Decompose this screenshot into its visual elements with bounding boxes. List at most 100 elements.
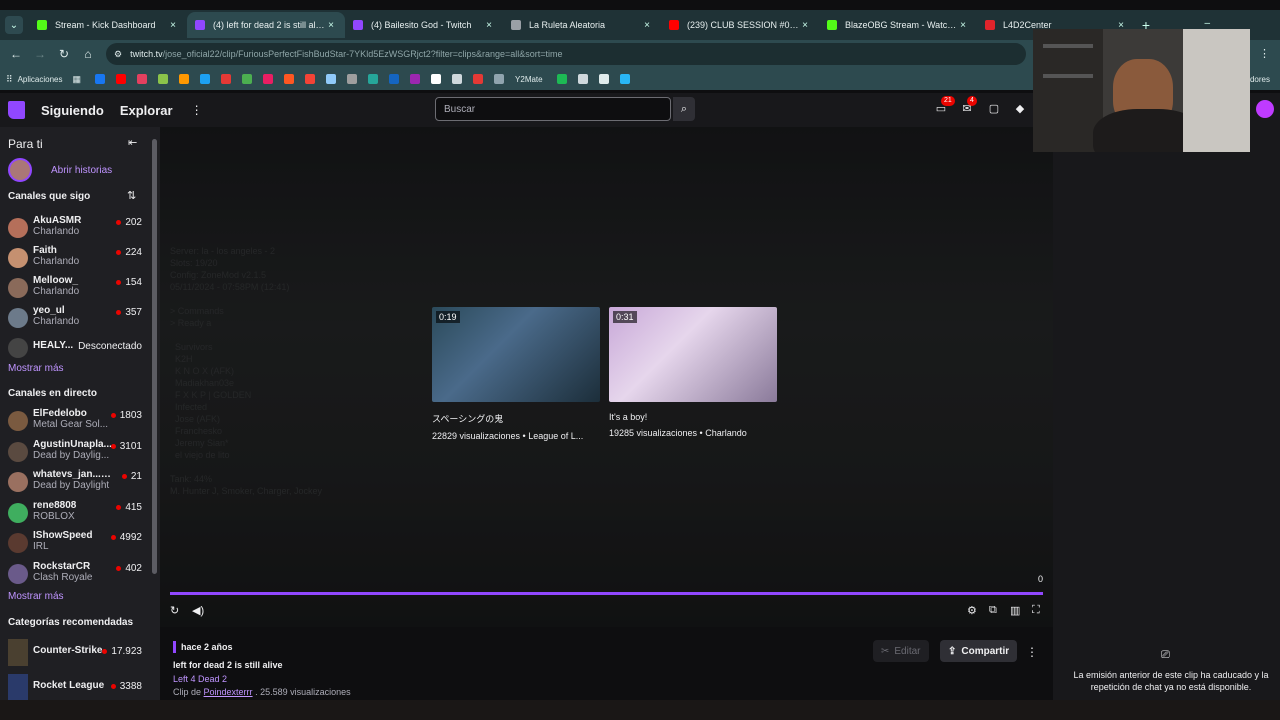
browser-tab[interactable]: (4) left for dead 2 is still alive × xyxy=(187,12,345,38)
bookmark-icon[interactable] xyxy=(326,74,337,84)
home-icon[interactable]: ⌂ xyxy=(76,47,100,61)
bookmark-icon[interactable] xyxy=(410,74,421,84)
close-tab-icon[interactable]: × xyxy=(641,20,653,31)
bookmark-icon[interactable] xyxy=(431,74,442,84)
live-channel[interactable]: IShowSpeed IRL 4992 xyxy=(0,530,150,560)
open-stories-link[interactable]: Abrir historias xyxy=(51,165,112,176)
clip-author-link[interactable]: Poindexterrr xyxy=(204,687,253,697)
close-tab-icon[interactable]: × xyxy=(799,20,811,31)
clip-game-link[interactable]: Left 4 Dead 2 xyxy=(173,674,227,684)
clip-icon[interactable]: ⧉ xyxy=(989,604,997,617)
bookmark-icon[interactable] xyxy=(263,74,274,84)
search-icon[interactable]: ⌕ xyxy=(673,97,695,121)
browser-tab[interactable]: (4) Bailesito God - Twitch × xyxy=(345,12,503,38)
show-more-live[interactable]: Mostrar más xyxy=(8,591,64,602)
url-path: /jose_oficial22/clip/FuriousPerfectFishB… xyxy=(162,49,563,59)
bookmark-icon[interactable] xyxy=(137,74,148,84)
bookmark-icon[interactable] xyxy=(305,74,316,84)
bookmark-icon[interactable] xyxy=(347,74,358,84)
live-channel[interactable]: ElFedelobo Metal Gear Sol... 1803 xyxy=(0,408,150,438)
bookmark-icon[interactable] xyxy=(473,74,484,84)
bookmark-icon[interactable] xyxy=(284,74,295,84)
whispers-icon[interactable]: ▢ xyxy=(987,102,1001,116)
live-channel[interactable]: whatevs_jan... +1 Dead by Daylight 21 xyxy=(0,469,150,499)
clip-thumbnail[interactable]: 0:31 xyxy=(609,307,777,402)
browser-tab[interactable]: (239) CLUB SESSION #01 | (DJ S× xyxy=(661,12,819,38)
volume-icon[interactable]: ◀) xyxy=(192,604,204,617)
bookmark-icon[interactable] xyxy=(116,74,127,84)
sidebar-scrollbar[interactable] xyxy=(152,139,157,574)
bookmark-icon[interactable] xyxy=(389,74,400,84)
notifications-icon[interactable]: ✉ 4 xyxy=(960,96,977,116)
site-settings-icon[interactable]: ⚙ xyxy=(114,49,122,60)
back-icon[interactable]: ← xyxy=(4,47,28,61)
live-channel[interactable]: rene8808 ROBLOX 415 xyxy=(0,500,150,530)
bookmarks-grid-icon[interactable]: ▦ xyxy=(73,74,82,85)
bookmark-icon[interactable] xyxy=(242,74,253,84)
prime-crown-icon[interactable]: ◆ xyxy=(1013,102,1027,116)
bookmark-icon[interactable] xyxy=(452,74,463,84)
followed-channel[interactable]: Faith Charlando 224 xyxy=(0,245,150,275)
apps-grid-icon[interactable]: ⠿ xyxy=(6,74,13,85)
more-options-icon[interactable]: ⋮ xyxy=(191,103,203,117)
stories-avatar[interactable] xyxy=(8,158,32,182)
recommended-clip-card[interactable]: 0:19 スペーシングの鬼 22829 visualizaciones • Le… xyxy=(432,307,600,441)
bookmark-icon[interactable] xyxy=(179,74,190,84)
video-player[interactable]: Server: la - los angeles - 2 Slots: 19/2… xyxy=(160,127,1053,627)
user-avatar-icon[interactable] xyxy=(1256,100,1274,118)
more-actions-icon[interactable]: ⋮ xyxy=(1026,645,1038,659)
twitch-logo-icon[interactable] xyxy=(8,101,25,119)
close-tab-icon[interactable]: × xyxy=(167,20,179,31)
bookmark-icon[interactable] xyxy=(577,74,588,84)
forward-icon[interactable]: → xyxy=(28,47,52,61)
bookmark-apps[interactable]: Aplicaciones xyxy=(18,75,63,84)
theatre-mode-icon[interactable]: ▥ xyxy=(1010,604,1020,617)
bookmark-icon[interactable] xyxy=(158,74,169,84)
search-input[interactable]: Buscar xyxy=(435,97,671,121)
close-tab-icon[interactable]: × xyxy=(957,20,969,31)
recommended-clip-card[interactable]: 0:31 It's a boy! 19285 visualizaciones •… xyxy=(609,307,777,438)
progress-bar[interactable] xyxy=(170,592,1043,595)
browser-tab[interactable]: La Ruleta Aleatoria × xyxy=(503,12,661,38)
bookmark-icon[interactable] xyxy=(221,74,232,84)
tab-search-menu-button[interactable]: ⌄ xyxy=(5,16,23,34)
share-button[interactable]: ⇪ Compartir xyxy=(940,640,1018,662)
edit-button[interactable]: ✂ Editar xyxy=(873,640,929,662)
close-tab-icon[interactable]: × xyxy=(325,20,337,31)
menu-dots-icon[interactable]: ⋮ xyxy=(1259,47,1270,60)
settings-icon[interactable]: ⚙ xyxy=(967,604,977,617)
followed-channel[interactable]: Melloow_ Charlando 154 xyxy=(0,275,150,305)
live-channel[interactable]: RockstarCR Clash Royale 402 xyxy=(0,561,150,591)
collapse-sidebar-icon[interactable]: ⇤ xyxy=(128,136,137,149)
browser-tab[interactable]: BlazeOBG Stream - Watch Live× xyxy=(819,12,977,38)
browser-tab[interactable]: Stream - Kick Dashboard × xyxy=(29,12,187,38)
nav-following[interactable]: Siguiendo xyxy=(41,103,104,118)
bookmark-icon[interactable] xyxy=(95,74,106,84)
reload-icon[interactable]: ↻ xyxy=(52,47,76,61)
rec-clip-title[interactable]: It's a boy! xyxy=(609,412,777,422)
bookmark-icon[interactable] xyxy=(200,74,211,84)
bookmark-icon[interactable] xyxy=(494,74,505,84)
url-field[interactable]: ⚙ twitch.tv/jose_oficial22/clip/FuriousP… xyxy=(106,43,1026,65)
bookmark-icon[interactable] xyxy=(619,74,630,84)
replay-icon[interactable]: ↻ xyxy=(170,604,179,617)
show-more-followed[interactable]: Mostrar más xyxy=(8,363,64,374)
rec-clip-title[interactable]: スペーシングの鬼 xyxy=(432,412,600,425)
fullscreen-icon[interactable]: ⛶ xyxy=(1032,604,1040,617)
channel-avatar xyxy=(8,338,28,358)
followed-channel[interactable]: yeo_ul Charlando 357 xyxy=(0,305,150,335)
minimize-icon[interactable]: – xyxy=(1204,18,1210,29)
nav-browse[interactable]: Explorar xyxy=(120,103,173,118)
live-channel[interactable]: AgustinUnapla... Dead by Daylig... 3101 xyxy=(0,439,150,469)
sort-icon[interactable]: ⇅ xyxy=(127,189,136,202)
bookmark-y2mate[interactable]: Y2Mate xyxy=(515,75,543,84)
followed-channel[interactable]: AkuASMR Charlando 202 xyxy=(0,215,150,245)
bookmark-icon[interactable] xyxy=(368,74,379,84)
recommended-category[interactable]: Counter-Strike 17.923 xyxy=(0,639,150,669)
clip-thumbnail[interactable]: 0:19 xyxy=(432,307,600,402)
followed-channel[interactable]: HEALY... Desconectado xyxy=(0,335,150,365)
inbox-icon[interactable]: ▭ 21 xyxy=(934,96,955,116)
bookmark-icon[interactable] xyxy=(556,74,567,84)
bookmark-icon[interactable] xyxy=(598,74,609,84)
close-tab-icon[interactable]: × xyxy=(483,20,495,31)
